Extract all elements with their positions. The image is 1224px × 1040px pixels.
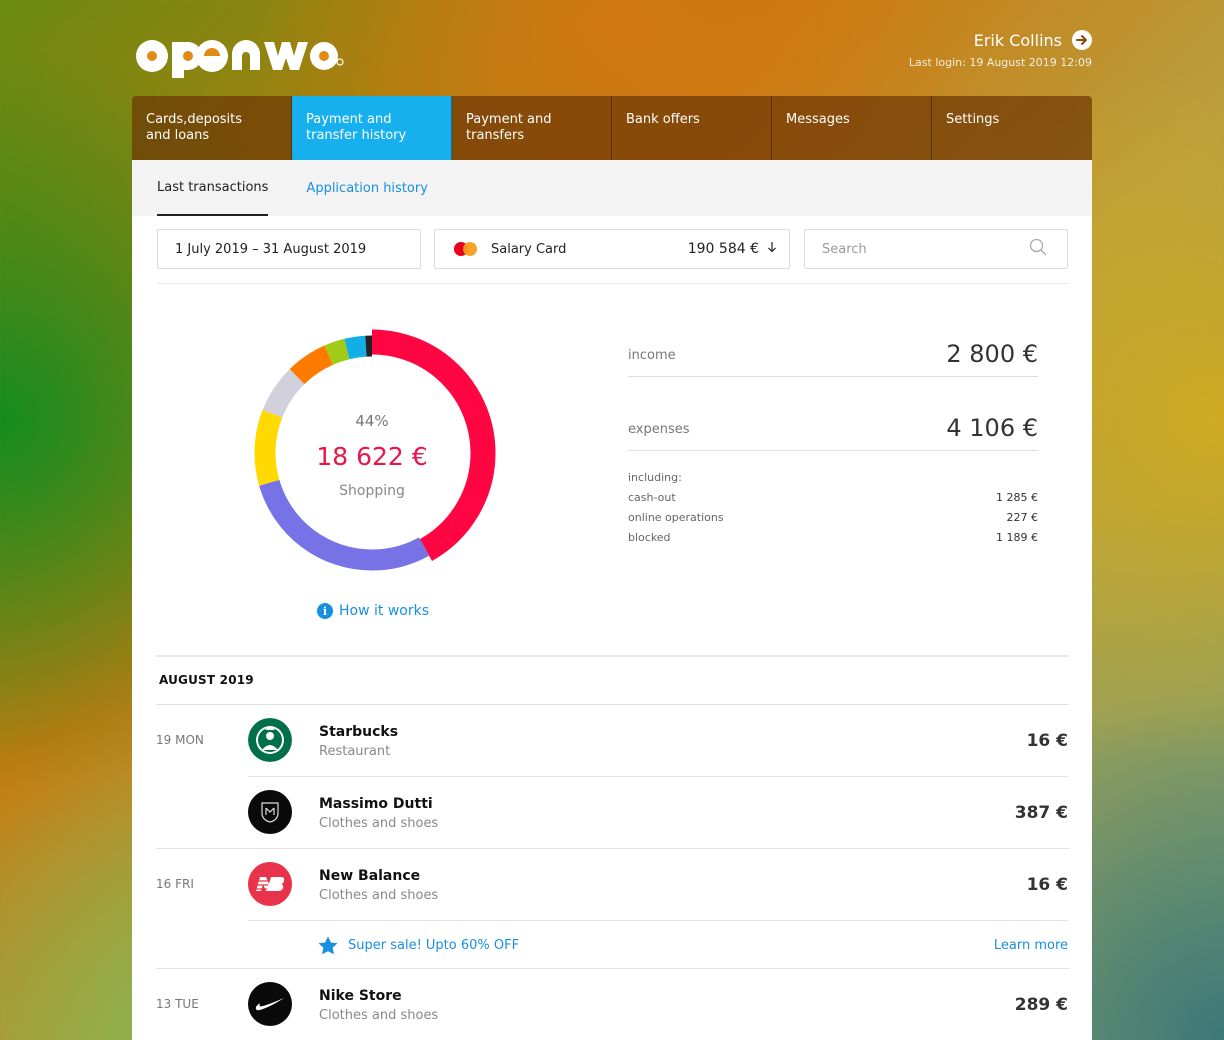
main-nav: Cards,deposits and loans Payment and tra…: [132, 96, 1092, 160]
nav-label: Settings: [946, 112, 1000, 127]
nav-messages[interactable]: Messages: [772, 96, 932, 160]
user-panel: Erik Collins Last login: 19 August 2019 …: [909, 30, 1092, 69]
nav-label: Payment and: [306, 112, 392, 127]
content-card: Last transactions Application history 1 …: [132, 160, 1092, 1040]
summary-panel: income 2 800 € expenses 4 106 € includin…: [628, 330, 1038, 551]
divider: [628, 450, 1038, 451]
date-range-picker[interactable]: 1 July 2019 – 31 August 2019: [157, 229, 421, 269]
merchant-category: Clothes and shoes: [319, 1008, 439, 1023]
search-placeholder: Search: [822, 241, 867, 257]
search-input[interactable]: Search: [804, 229, 1068, 269]
user-name[interactable]: Erik Collins: [974, 31, 1062, 50]
day-label: 16 FRI: [156, 877, 194, 891]
mastercard-icon: [453, 241, 479, 257]
merchant-name: Massimo Dutti: [319, 796, 433, 812]
info-icon: i: [317, 603, 333, 619]
filters: 1 July 2019 – 31 August 2019 Salary Card…: [157, 229, 1068, 269]
how-it-works-link[interactable]: i How it works: [317, 603, 429, 619]
search-icon[interactable]: [1029, 238, 1047, 260]
merchant-category: Clothes and shoes: [319, 888, 439, 903]
last-login: Last login: 19 August 2019 12:09: [908, 56, 1092, 69]
expenses-label: expenses: [628, 422, 690, 437]
card-balance: 190 584 €: [687, 241, 759, 257]
card-name: Salary Card: [491, 241, 567, 257]
tab-last-transactions[interactable]: Last transactions: [157, 160, 269, 216]
transaction-amount: 387 €: [1014, 803, 1068, 823]
nav-payment-transfer-history[interactable]: Payment and transfer history: [292, 96, 452, 160]
month-header: AUGUST 2019: [159, 673, 254, 687]
transaction-amount: 16 €: [1026, 731, 1068, 751]
logout-arrow-icon[interactable]: [1072, 30, 1092, 50]
online-value: 227 €: [1006, 511, 1039, 524]
merchant-name: Nike Store: [319, 988, 402, 1004]
nav-label: Messages: [786, 112, 850, 127]
donut-amount: 18 622 €: [316, 442, 428, 471]
cashout-value: 1 285 €: [996, 491, 1038, 504]
nav-label: transfer history: [306, 128, 407, 143]
divider: [156, 655, 1069, 657]
openway-logo: [136, 40, 344, 78]
promo-row: Super sale! Upto 60% OFF Learn more: [248, 921, 1068, 969]
merchant-category: Clothes and shoes: [319, 816, 439, 831]
star-icon: [318, 936, 338, 955]
transaction-amount: 16 €: [1026, 875, 1068, 895]
merchant-category: Restaurant: [319, 744, 391, 759]
subtabs: Last transactions Application history: [132, 160, 1092, 216]
tab-application-history[interactable]: Application history: [306, 160, 427, 216]
day-label: 13 TUE: [156, 997, 199, 1011]
promo-text: Super sale! Upto 60% OFF: [348, 937, 520, 953]
card-selector[interactable]: Salary Card 190 584 €: [434, 229, 790, 269]
donut-percent: 44%: [355, 412, 389, 430]
transaction-row-new-balance[interactable]: New Balance Clothes and shoes 16 €: [248, 849, 1068, 921]
nav-label: Bank offers: [626, 112, 700, 127]
day-label: 19 MON: [156, 733, 204, 747]
nav-bank-offers[interactable]: Bank offers: [612, 96, 772, 160]
transaction-row-massimo-dutti[interactable]: Massimo Dutti Clothes and shoes 387 €: [248, 777, 1068, 849]
nav-label: and loans: [146, 128, 210, 143]
nav-label: transfers: [466, 128, 525, 143]
cashout-label: cash-out: [628, 491, 676, 504]
starbucks-logo-icon: [248, 718, 292, 762]
including-label: including:: [628, 471, 682, 484]
online-label: online operations: [628, 511, 724, 524]
divider: [157, 283, 1068, 284]
donut-center: 44% 18 622 € Shopping: [280, 412, 464, 499]
blocked-value: 1 189 €: [996, 531, 1038, 544]
blocked-label: blocked: [628, 531, 671, 544]
massimo-dutti-logo-icon: [248, 790, 292, 834]
expenses-breakdown: including: cash-out 1 285 € online opera…: [628, 471, 1038, 551]
nav-settings[interactable]: Settings: [932, 96, 1092, 160]
learn-more-link[interactable]: Learn more: [994, 938, 1068, 953]
transaction-amount: 289 €: [1014, 995, 1068, 1015]
transaction-row-nike-store[interactable]: Nike Store Clothes and shoes 289 €: [248, 969, 1068, 1040]
how-it-works-label: How it works: [339, 603, 429, 619]
donut-category: Shopping: [339, 483, 405, 499]
merchant-name: Starbucks: [319, 724, 399, 740]
expenses-row: expenses 4 106 €: [628, 404, 1038, 450]
income-row: income 2 800 €: [628, 330, 1038, 376]
transaction-row-starbucks[interactable]: Starbucks Restaurant 16 €: [248, 705, 1068, 777]
expenses-value: 4 106 €: [946, 414, 1038, 442]
income-value: 2 800 €: [946, 340, 1038, 368]
nav-label: Cards,deposits: [146, 112, 243, 127]
merchant-name: New Balance: [319, 868, 421, 884]
nav-label: Payment and: [466, 112, 552, 127]
nav-payment-transfers[interactable]: Payment and transfers: [452, 96, 612, 160]
nike-logo-icon: [248, 982, 292, 1026]
nav-cards-deposits-loans[interactable]: Cards,deposits and loans: [132, 96, 292, 160]
arrow-down-icon: [767, 241, 777, 257]
new-balance-logo-icon: [248, 862, 292, 906]
income-label: income: [628, 348, 676, 363]
